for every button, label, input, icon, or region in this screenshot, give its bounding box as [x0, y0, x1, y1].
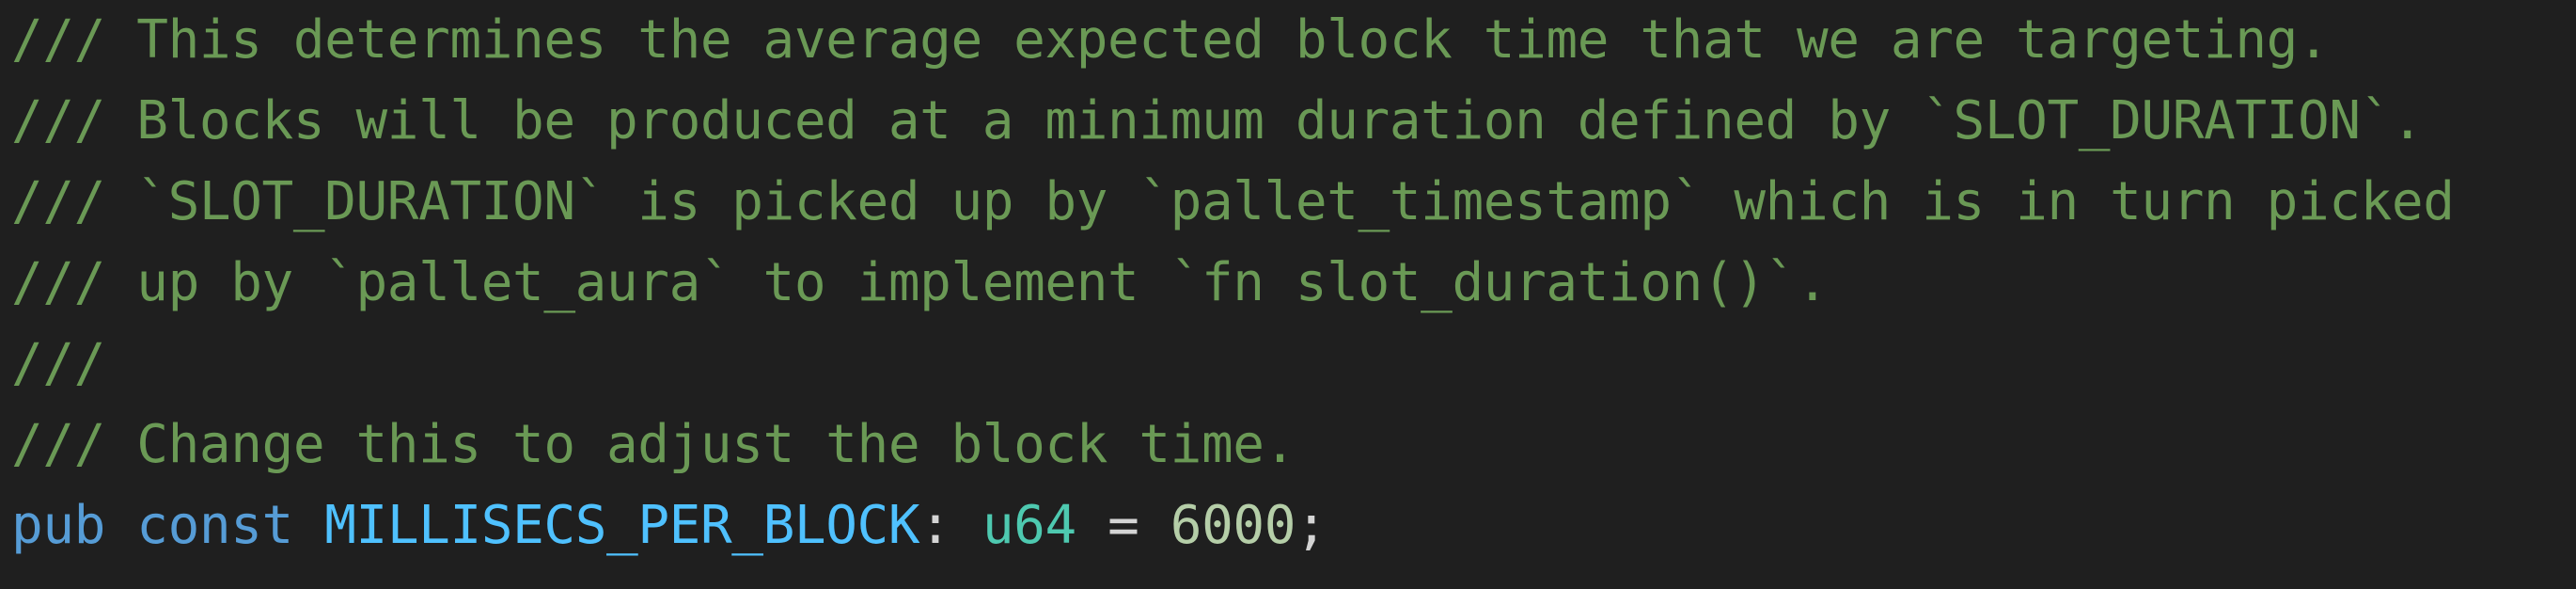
code-line-4[interactable]: /// up by `pallet_aura` to implement `fn…	[11, 243, 1829, 324]
number-literal: 6000	[1170, 495, 1296, 556]
equals-token: =	[1107, 495, 1139, 556]
code-line-1[interactable]: /// This determines the average expected…	[11, 0, 2330, 81]
code-line-2[interactable]: /// Blocks will be produced at a minimum…	[11, 81, 2424, 162]
code-line-5[interactable]: ///	[11, 324, 105, 405]
keyword-pub: pub	[11, 495, 105, 556]
code-line-7[interactable]: pub const MILLISECS_PER_BLOCK: u64 = 600…	[11, 486, 1327, 566]
constant-identifier: MILLISECS_PER_BLOCK	[324, 495, 920, 556]
code-line-3[interactable]: /// `SLOT_DURATION` is picked up by `pal…	[11, 162, 2455, 243]
code-editor[interactable]: /// This determines the average expected…	[0, 0, 2576, 589]
semicolon-token: ;	[1296, 495, 1327, 556]
colon-token: :	[919, 495, 951, 556]
keyword-const: const	[136, 495, 293, 556]
type-token: u64	[982, 495, 1076, 556]
code-line-6[interactable]: /// Change this to adjust the block time…	[11, 405, 1296, 486]
